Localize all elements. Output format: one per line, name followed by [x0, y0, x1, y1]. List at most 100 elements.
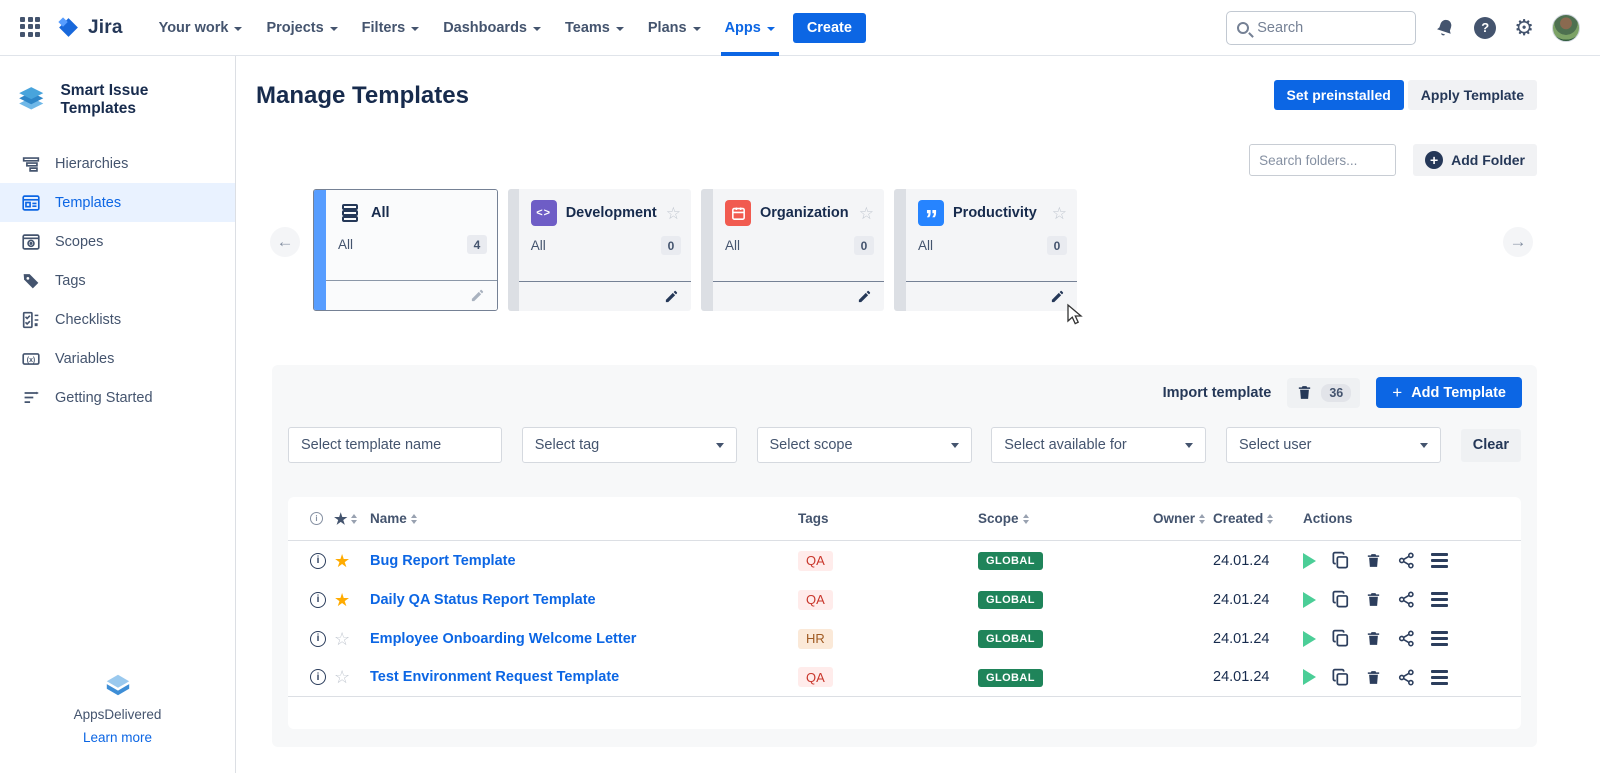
sidebar-item-tags[interactable]: Tags	[0, 261, 235, 300]
apply-play-button[interactable]	[1303, 553, 1316, 569]
menu-icon	[1431, 631, 1448, 646]
sort-icon	[1267, 514, 1273, 524]
copy-button[interactable]	[1331, 629, 1350, 648]
search-icon	[1237, 22, 1249, 34]
set-preinstalled-button[interactable]: Set preinstalled	[1274, 80, 1404, 110]
available-for-filter-select[interactable]: Select available for	[991, 427, 1206, 463]
edit-pencil-icon[interactable]	[664, 289, 679, 304]
folder-card-all[interactable]: All All 4	[313, 189, 498, 311]
sidebar-item-templates[interactable]: Templates	[0, 183, 235, 222]
apply-play-button[interactable]	[1303, 669, 1316, 685]
nav-item-apps[interactable]: Apps	[715, 0, 785, 56]
template-name-filter-input[interactable]	[288, 427, 502, 463]
edit-pencil-icon[interactable]	[857, 289, 872, 304]
create-button[interactable]: Create	[793, 13, 866, 43]
add-folder-button[interactable]: + Add Folder	[1413, 144, 1537, 176]
folder-search-input[interactable]	[1249, 144, 1396, 176]
delete-button[interactable]	[1365, 630, 1382, 647]
info-icon[interactable]: i	[310, 669, 326, 685]
nav-item-projects[interactable]: Projects	[256, 0, 347, 56]
nav-item-dashboards[interactable]: Dashboards	[433, 0, 551, 56]
folder-card-development[interactable]: <> Development ☆ All 0	[508, 189, 691, 311]
carousel-right-arrow[interactable]: →	[1503, 227, 1533, 257]
folder-drag-handle[interactable]	[701, 189, 713, 311]
folder-card-productivity[interactable]: ” Productivity ☆ All 0	[894, 189, 1077, 311]
clear-filters-button[interactable]: Clear	[1461, 429, 1521, 462]
owner-column-header[interactable]: Owner	[1153, 511, 1213, 526]
notifications-button[interactable]	[1434, 17, 1456, 39]
star-outline-icon[interactable]: ☆	[666, 205, 681, 222]
edit-pencil-icon[interactable]	[470, 288, 485, 303]
sidebar-footer: AppsDelivered Learn more	[0, 671, 235, 745]
settings-button[interactable]: ⚙	[1514, 17, 1534, 39]
template-name-link[interactable]: Daily QA Status Report Template	[370, 592, 798, 608]
more-menu-button[interactable]	[1431, 631, 1448, 646]
delete-button[interactable]	[1365, 591, 1382, 608]
carousel-left-arrow[interactable]: ←	[270, 227, 300, 257]
delete-button[interactable]	[1365, 552, 1382, 569]
sidebar-item-variables[interactable]: (x) Variables	[0, 339, 235, 378]
nav-item-your-work[interactable]: Your work	[149, 0, 253, 56]
user-filter-select[interactable]: Select user	[1226, 427, 1441, 463]
scope-filter-select[interactable]: Select scope	[757, 427, 972, 463]
copy-button[interactable]	[1331, 668, 1350, 687]
folder-card-organization[interactable]: Organization ☆ All 0	[701, 189, 884, 311]
more-menu-button[interactable]	[1431, 670, 1448, 685]
sidebar-item-getting-started[interactable]: Getting Started	[0, 378, 235, 417]
templates-table: i ★ Name Tags Scope Owner	[288, 497, 1521, 729]
template-name-link[interactable]: Employee Onboarding Welcome Letter	[370, 631, 798, 647]
delete-button[interactable]	[1365, 669, 1382, 686]
user-avatar[interactable]	[1552, 14, 1580, 42]
help-button[interactable]: ?	[1474, 17, 1496, 39]
learn-more-link[interactable]: Learn more	[83, 730, 152, 745]
favorite-star-icon[interactable]: ★	[334, 591, 370, 609]
calendar-icon	[725, 200, 751, 226]
template-name-link[interactable]: Bug Report Template	[370, 553, 798, 569]
folder-drag-handle[interactable]	[894, 189, 906, 311]
more-menu-button[interactable]	[1431, 553, 1448, 568]
sidebar-item-hierarchies[interactable]: Hierarchies	[0, 144, 235, 183]
sidebar-item-scopes[interactable]: Scopes	[0, 222, 235, 261]
add-template-button[interactable]: + Add Template	[1376, 377, 1522, 408]
scope-column-header[interactable]: Scope	[978, 511, 1153, 526]
created-column-header[interactable]: Created	[1213, 511, 1303, 526]
global-search-input[interactable]	[1257, 20, 1387, 36]
nav-item-teams[interactable]: Teams	[555, 0, 634, 56]
more-menu-button[interactable]	[1431, 592, 1448, 607]
jira-logo[interactable]: Jira	[56, 15, 123, 40]
info-icon[interactable]: i	[310, 553, 326, 569]
template-name-link[interactable]: Test Environment Request Template	[370, 669, 798, 685]
star-sort-header[interactable]: ★	[334, 510, 347, 528]
star-outline-icon[interactable]: ☆	[1052, 205, 1067, 222]
sidebar-item-checklists[interactable]: Checklists	[0, 300, 235, 339]
copy-button[interactable]	[1331, 551, 1350, 570]
apply-play-button[interactable]	[1303, 631, 1316, 647]
favorite-star-icon[interactable]: ☆	[334, 630, 370, 648]
edit-pencil-icon[interactable]	[1050, 289, 1065, 304]
folder-drag-handle[interactable]	[314, 190, 326, 310]
info-icon: i	[310, 512, 323, 525]
apply-play-button[interactable]	[1303, 592, 1316, 608]
folder-count-badge: 0	[1047, 236, 1067, 255]
app-switcher-icon[interactable]	[20, 17, 42, 39]
share-button[interactable]	[1397, 590, 1416, 609]
nav-item-plans[interactable]: Plans	[638, 0, 711, 56]
global-search[interactable]	[1226, 11, 1416, 45]
name-column-header[interactable]: Name	[370, 511, 798, 526]
trash-bin-button[interactable]: 36	[1287, 378, 1360, 408]
created-date: 24.01.24	[1213, 553, 1303, 569]
nav-item-filters[interactable]: Filters	[352, 0, 430, 56]
share-button[interactable]	[1397, 551, 1416, 570]
favorite-star-icon[interactable]: ☆	[334, 668, 370, 686]
favorite-star-icon[interactable]: ★	[334, 552, 370, 570]
star-outline-icon[interactable]: ☆	[859, 205, 874, 222]
apply-template-button[interactable]: Apply Template	[1408, 80, 1537, 110]
tag-filter-select[interactable]: Select tag	[522, 427, 737, 463]
info-icon[interactable]: i	[310, 631, 326, 647]
folder-drag-handle[interactable]	[508, 189, 519, 311]
share-button[interactable]	[1397, 629, 1416, 648]
copy-button[interactable]	[1331, 590, 1350, 609]
import-template-button[interactable]: Import template	[1163, 385, 1272, 401]
info-icon[interactable]: i	[310, 592, 326, 608]
share-button[interactable]	[1397, 668, 1416, 687]
